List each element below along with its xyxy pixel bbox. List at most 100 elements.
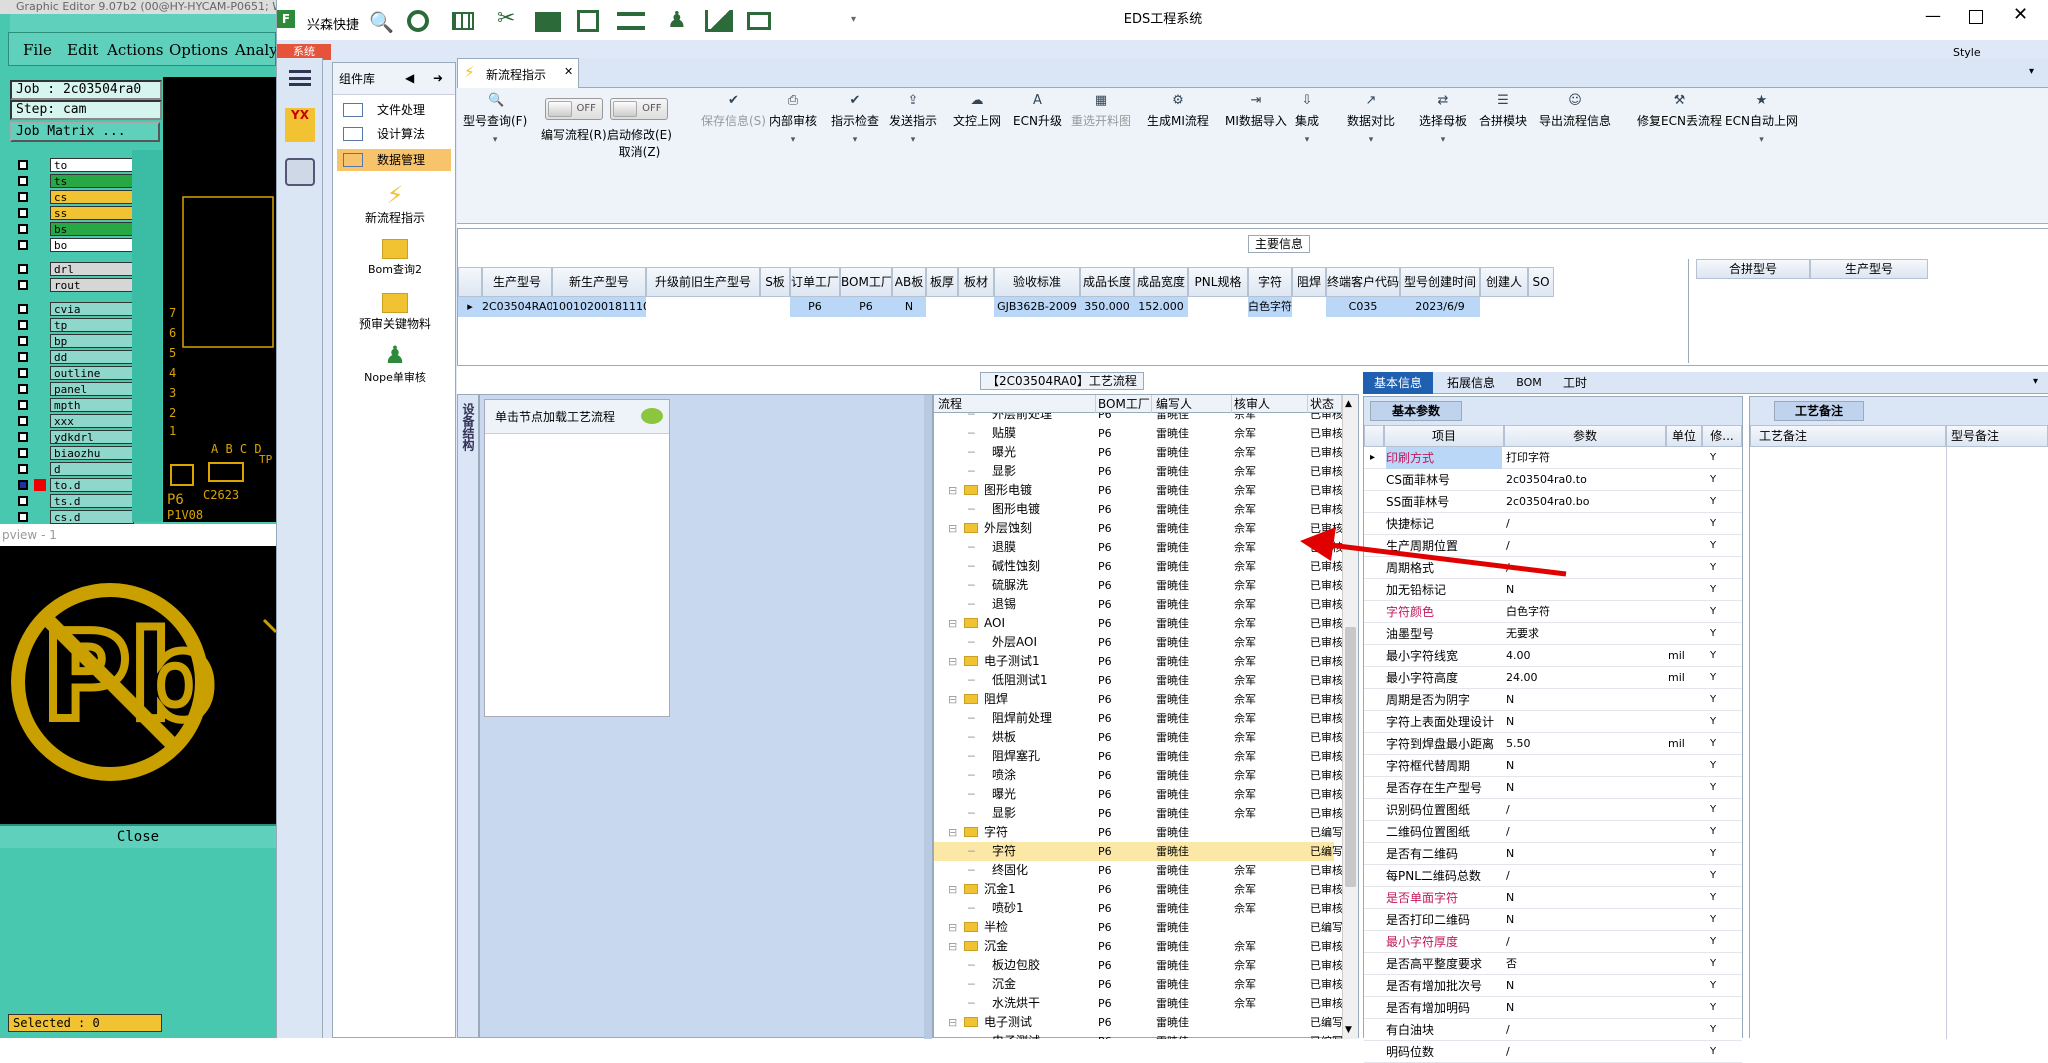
- layer-row[interactable]: to.d: [12, 478, 136, 492]
- close-window-button[interactable]: ✕: [2013, 4, 2028, 25]
- main-cell[interactable]: 2023/6/9: [1400, 297, 1480, 317]
- layer-checkbox[interactable]: [18, 448, 28, 458]
- flow-row[interactable]: ⊟ 沉金1 P6 雷暁佳 佘军 已审核: [934, 880, 1342, 899]
- layer-checkbox[interactable]: [18, 384, 28, 394]
- layer-checkbox[interactable]: [18, 432, 28, 442]
- flow-row[interactable]: ─ 外层前处理 P6 雷暁佳 佘军 已审核: [934, 413, 1342, 424]
- layer-checkbox[interactable]: [18, 496, 28, 506]
- flow-row[interactable]: ⊟ 图形电镀 P6 雷暁佳 佘军 已审核: [934, 481, 1342, 500]
- flow-row[interactable]: ─ 图形电镀 P6 雷暁佳 佘军 已审核: [934, 500, 1342, 519]
- main-cell[interactable]: P6: [840, 297, 892, 317]
- flow-row[interactable]: ─ 硫脲洗 P6 雷暁佳 佘军 已审核: [934, 576, 1342, 595]
- bp-row[interactable]: 是否有二维码 N Y: [1364, 843, 1742, 865]
- tree-expander-icon[interactable]: ─: [968, 785, 982, 804]
- prereview-material-item[interactable]: 预审关键物料: [335, 289, 455, 332]
- main-cell[interactable]: GJB362B-2009: [994, 297, 1080, 317]
- dropdown-arrow-icon[interactable]: ▾: [463, 135, 527, 145]
- sidebar-item-data-management[interactable]: 数据管理: [337, 149, 451, 171]
- bp-value[interactable]: /: [1506, 557, 1664, 579]
- flow-row[interactable]: ─ 退膜 P6 雷暁佳 佘军 已审核: [934, 538, 1342, 557]
- bp-row[interactable]: 加无铅标记 N Y: [1364, 579, 1742, 601]
- layer-row[interactable]: to: [12, 158, 136, 172]
- bp-value[interactable]: /: [1506, 1041, 1664, 1063]
- bp-row[interactable]: ▸ 印刷方式 打印字符 Y: [1364, 447, 1742, 469]
- sidebar-item-design-algorithm[interactable]: 设计算法: [337, 123, 451, 145]
- dropdown-arrow-icon[interactable]: ▾: [831, 135, 879, 145]
- bp-value[interactable]: 5.50: [1506, 733, 1664, 755]
- bp-value[interactable]: N: [1506, 711, 1664, 733]
- flow-row[interactable]: ⊟ 半检 P6 雷暁佳 已编写: [934, 918, 1342, 937]
- layer-row[interactable]: cs: [12, 190, 136, 204]
- flow-row[interactable]: ─ 显影 P6 雷暁佳 佘军 已审核: [934, 804, 1342, 823]
- layer-checkbox[interactable]: [18, 320, 28, 330]
- off-toggle[interactable]: OFF: [544, 98, 603, 120]
- flow-row[interactable]: ─ 碱性蚀刻 P6 雷暁佳 佘军 已审核: [934, 557, 1342, 576]
- flow-row[interactable]: ─ 喷涂 P6 雷暁佳 佘军 已审核: [934, 766, 1342, 785]
- bp-row[interactable]: 周期是否为阴字 N Y: [1364, 689, 1742, 711]
- nope-review-item[interactable]: ♟ Nope单审核: [335, 341, 455, 385]
- tree-expander-icon[interactable]: ─: [968, 804, 982, 823]
- bp-value[interactable]: 打印字符: [1506, 447, 1664, 469]
- ribbon-button-5[interactable]: ✔ 指示检查 ▾: [831, 94, 879, 146]
- layer-checkbox[interactable]: [18, 264, 28, 274]
- main-cell[interactable]: C035: [1326, 297, 1400, 317]
- flow-row[interactable]: ─ 沉金 P6 雷暁佳 佘军 已审核: [934, 975, 1342, 994]
- bp-value[interactable]: /: [1506, 821, 1664, 843]
- layer-checkbox[interactable]: [18, 240, 28, 250]
- bp-value[interactable]: N: [1506, 689, 1664, 711]
- bp-value[interactable]: N: [1506, 909, 1664, 931]
- bp-row[interactable]: SS面菲林号 2c03504ra0.bo Y: [1364, 491, 1742, 513]
- dropdown-arrow-icon[interactable]: ▾: [769, 135, 817, 145]
- tree-expander-icon[interactable]: ─: [968, 500, 982, 519]
- tree-expander-icon[interactable]: ─: [968, 557, 982, 576]
- bp-row[interactable]: 是否存在生产型号 N Y: [1364, 777, 1742, 799]
- basic-params-tab[interactable]: 基本参数: [1370, 401, 1462, 421]
- equipment-structure-tab[interactable]: 设备结构: [459, 403, 477, 451]
- tab-extended-info[interactable]: 拓展信息: [1439, 372, 1503, 394]
- tree-expander-icon[interactable]: ─: [968, 424, 982, 443]
- layer-row[interactable]: rout: [12, 278, 136, 292]
- bp-row[interactable]: 字符上表面处理设计 N Y: [1364, 711, 1742, 733]
- tree-expander-icon[interactable]: ─: [968, 956, 982, 975]
- flow-scrollbar[interactable]: ▲ ▼: [1342, 395, 1358, 1039]
- main-cell[interactable]: 2C03504RA0: [482, 297, 552, 317]
- ribbon-button-11[interactable]: ⇥ MI数据导入: [1225, 94, 1287, 129]
- cancel-label[interactable]: 取消(Z): [607, 143, 672, 160]
- layer-checkbox[interactable]: [18, 224, 28, 234]
- layer-checkbox[interactable]: [18, 336, 28, 346]
- ribbon-button-0[interactable]: 🔍 型号查询(F) ▾: [463, 94, 527, 146]
- bp-value[interactable]: 4.00: [1506, 645, 1664, 667]
- bp-row[interactable]: 最小字符线宽 4.00 mil Y: [1364, 645, 1742, 667]
- tree-expander-icon[interactable]: ⊟: [948, 690, 962, 709]
- ribbon-button-4[interactable]: ⎙ 内部审核 ▾: [769, 94, 817, 146]
- layer-row[interactable]: bp: [12, 334, 136, 348]
- main-cell[interactable]: 白色字符: [1248, 297, 1292, 317]
- layer-row[interactable]: bo: [12, 238, 136, 252]
- pin-icon[interactable]: ➜: [433, 71, 443, 85]
- tab-bom[interactable]: BOM: [1509, 372, 1549, 394]
- job-matrix-button[interactable]: Job Matrix ...: [10, 122, 160, 142]
- flow-row[interactable]: ─ 曝光 P6 雷暁佳 佘军 已审核: [934, 785, 1342, 804]
- bp-value[interactable]: 白色字符: [1506, 601, 1664, 623]
- tab-dropdown-icon[interactable]: ▾: [2029, 66, 2034, 77]
- layer-row[interactable]: d: [12, 462, 136, 476]
- flow-row[interactable]: ─ 外层AOI P6 雷暁佳 佘军 已审核: [934, 633, 1342, 652]
- bp-row[interactable]: 是否有增加批次号 N Y: [1364, 975, 1742, 997]
- dropdown-arrow-icon[interactable]: ▾: [889, 135, 937, 145]
- scroll-up-icon[interactable]: ▲: [1345, 399, 1352, 409]
- tree-expander-icon[interactable]: ⊟: [948, 519, 962, 538]
- layer-row[interactable]: panel: [12, 382, 136, 396]
- tree-expander-icon[interactable]: ⊟: [948, 880, 962, 899]
- bp-row[interactable]: 是否有增加明码 N Y: [1364, 997, 1742, 1019]
- flow-row[interactable]: ─ 贴膜 P6 雷暁佳 佘军 已审核: [934, 424, 1342, 443]
- bp-row[interactable]: 字符到焊盘最小距离 5.50 mil Y: [1364, 733, 1742, 755]
- layer-checkbox[interactable]: [18, 416, 28, 426]
- flow-row[interactable]: ─ 阻焊前处理 P6 雷暁佳 佘军 已审核: [934, 709, 1342, 728]
- layer-row[interactable]: drl: [12, 262, 136, 276]
- tree-expander-icon[interactable]: ⊟: [948, 652, 962, 671]
- layer-row[interactable]: xxx: [12, 414, 136, 428]
- flow-row[interactable]: ─ 字符 P6 雷暁佳 已编写: [934, 842, 1342, 861]
- minimize-button[interactable]: —: [1925, 6, 1941, 25]
- layer-checkbox[interactable]: [18, 464, 28, 474]
- bp-value[interactable]: 否: [1506, 953, 1664, 975]
